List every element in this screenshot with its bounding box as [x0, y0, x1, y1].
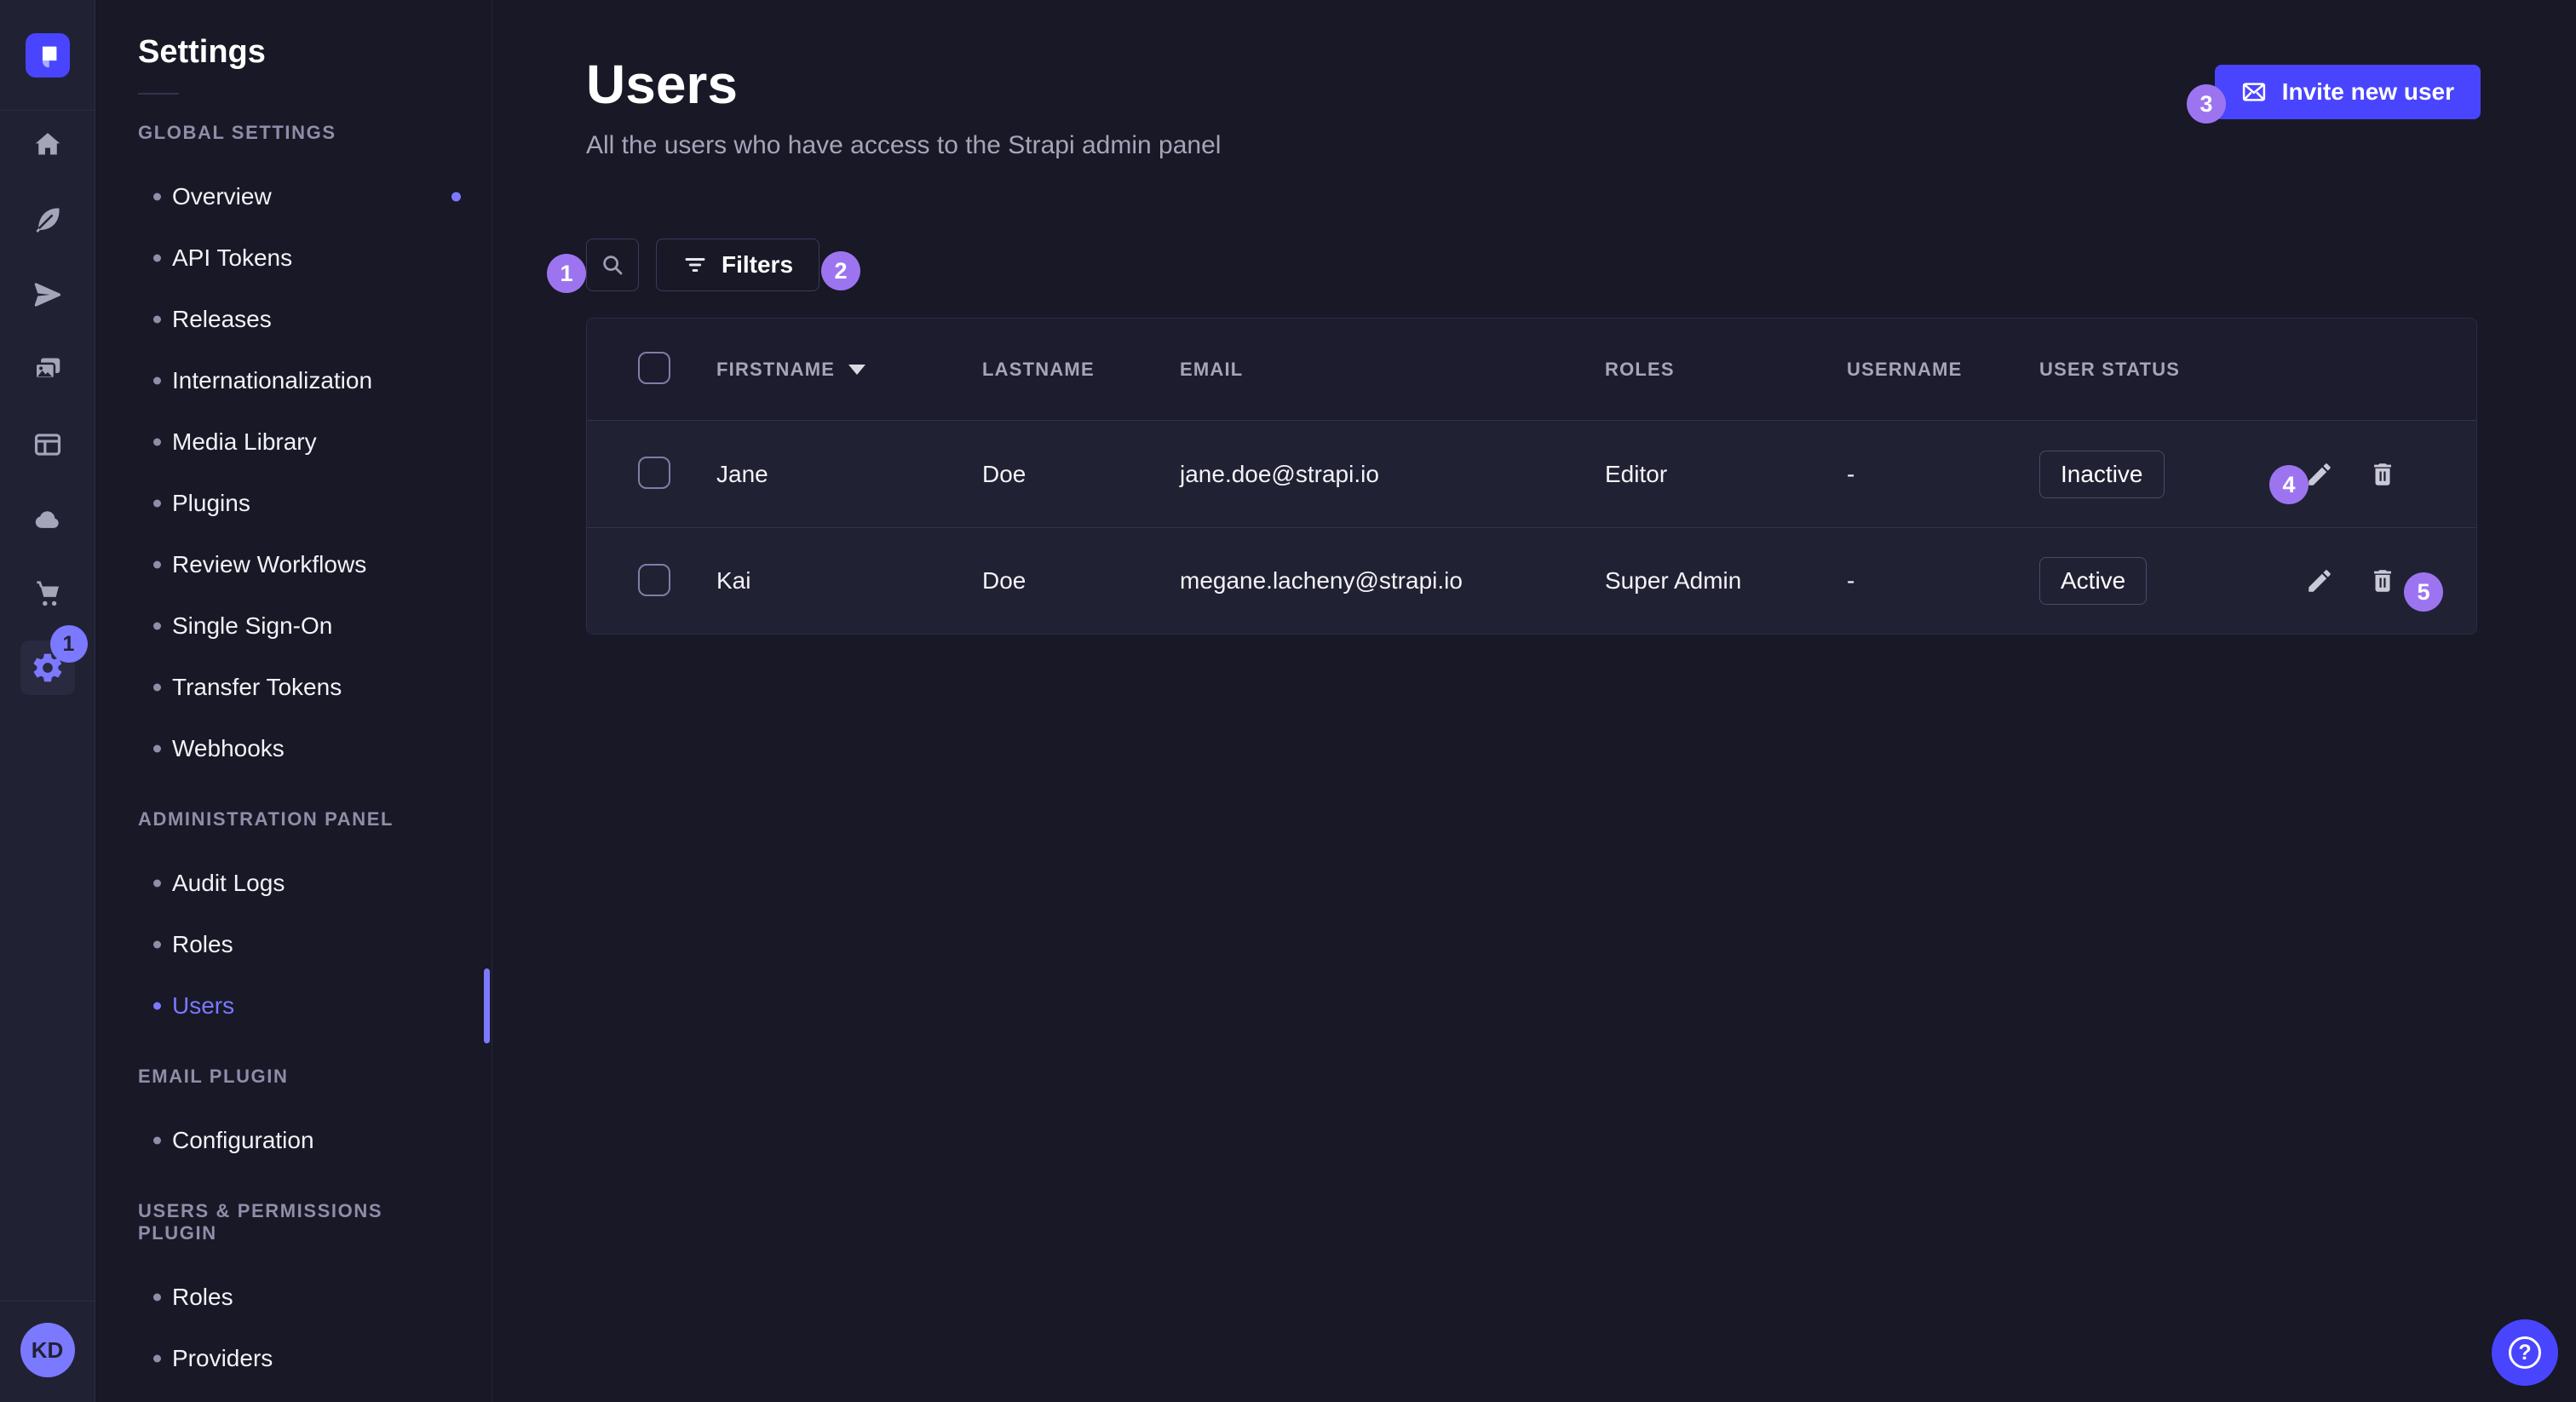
main-nav-items	[31, 111, 65, 612]
cell-username: -	[1847, 461, 2039, 488]
section-email-plugin: EMAIL PLUGIN	[95, 1066, 492, 1088]
pencil-icon	[2305, 460, 2334, 489]
cell-email: jane.doe@strapi.io	[1180, 461, 1605, 488]
cell-firstname: Kai	[716, 567, 982, 595]
main-content: Users All the users who have access to t…	[492, 0, 2576, 1402]
column-header-firstname[interactable]: FIRSTNAME	[716, 359, 982, 381]
column-header-lastname[interactable]: LASTNAME	[982, 359, 1180, 381]
sidebar-item-media-library[interactable]: Media Library	[95, 411, 492, 473]
help-button[interactable]: ?	[2492, 1319, 2558, 1386]
row-checkbox[interactable]	[638, 564, 670, 596]
page-title: Users	[586, 55, 1221, 114]
subnav-title: Settings	[95, 34, 492, 71]
row-checkbox[interactable]	[638, 457, 670, 489]
sidebar-item-api-tokens[interactable]: API Tokens	[95, 227, 492, 289]
filters-button[interactable]: Filters	[656, 238, 819, 291]
envelope-icon	[2241, 79, 2267, 105]
strapi-admin-page: 1 KD Settings GLOBAL SETTINGS Overview A…	[0, 0, 2576, 1402]
delete-user-button[interactable]	[2367, 459, 2398, 490]
sidebar-item-users[interactable]: Users	[95, 975, 492, 1037]
settings-subnav: Settings GLOBAL SETTINGS Overview API To…	[95, 0, 492, 1402]
sidebar-item-configuration[interactable]: Configuration	[95, 1110, 492, 1171]
column-header-email[interactable]: EMAIL	[1180, 359, 1605, 381]
subnav-divider	[138, 93, 179, 95]
cell-roles: Super Admin	[1605, 567, 1847, 595]
logo-section	[0, 0, 95, 111]
column-header-roles[interactable]: ROLES	[1605, 359, 1847, 381]
settings-nav-button[interactable]: 1	[20, 641, 75, 695]
section-users-permissions-plugin: USERS & PERMISSIONS PLUGIN	[95, 1200, 492, 1244]
question-mark-icon: ?	[2509, 1336, 2541, 1369]
annotation-badge-3: 3	[2187, 84, 2226, 124]
edit-user-button[interactable]	[2304, 459, 2335, 490]
table-row: Jane Doe jane.doe@strapi.io Editor - Ina…	[587, 421, 2476, 527]
user-avatar[interactable]: KD	[20, 1323, 75, 1377]
table-row: Kai Doe megane.lacheny@strapi.io Super A…	[587, 527, 2476, 634]
delete-user-button[interactable]	[2367, 566, 2398, 596]
sidebar-item-plugins[interactable]: Plugins	[95, 473, 492, 534]
sidebar-item-review-workflows[interactable]: Review Workflows	[95, 534, 492, 595]
home-icon[interactable]	[31, 128, 65, 162]
annotation-badge-5: 5	[2404, 572, 2443, 612]
page-subtitle: All the users who have access to the Str…	[586, 131, 1221, 160]
cloud-icon[interactable]	[31, 503, 65, 537]
annotation-badge-4: 4	[2269, 465, 2309, 504]
trash-icon	[2368, 460, 2397, 489]
section-administration-panel: ADMINISTRATION PANEL	[95, 808, 492, 830]
cell-username: -	[1847, 567, 2039, 595]
search-button[interactable]	[586, 238, 639, 291]
layout-icon[interactable]	[31, 428, 65, 462]
sidebar-item-single-sign-on[interactable]: Single Sign-On	[95, 595, 492, 657]
sidebar-item-internationalization[interactable]: Internationalization	[95, 350, 492, 411]
feather-icon[interactable]	[31, 203, 65, 237]
cell-firstname: Jane	[716, 461, 982, 488]
paper-plane-icon[interactable]	[31, 278, 65, 312]
settings-notification-badge: 1	[50, 625, 88, 663]
select-all-checkbox[interactable]	[638, 352, 670, 384]
sidebar-item-audit-logs[interactable]: Audit Logs	[95, 853, 492, 914]
users-table: FIRSTNAME LASTNAME EMAIL ROLES USERNAME …	[586, 318, 2477, 635]
cart-icon[interactable]	[31, 577, 65, 612]
status-badge: Inactive	[2039, 451, 2165, 498]
pencil-icon	[2305, 566, 2334, 595]
sidebar-item-releases[interactable]: Releases	[95, 289, 492, 350]
active-item-indicator	[484, 968, 490, 1043]
invite-new-user-button[interactable]: Invite new user	[2215, 65, 2481, 119]
trash-icon	[2368, 566, 2397, 595]
annotation-badge-2: 2	[821, 251, 860, 290]
annotation-badge-1: 1	[547, 254, 586, 293]
edit-user-button[interactable]	[2304, 566, 2335, 596]
status-badge: Active	[2039, 557, 2147, 605]
overview-notification-dot	[451, 192, 461, 202]
cell-roles: Editor	[1605, 461, 1847, 488]
cell-email: megane.lacheny@strapi.io	[1180, 567, 1605, 595]
column-header-username[interactable]: USERNAME	[1847, 359, 2039, 381]
sidebar-item-overview[interactable]: Overview	[95, 166, 492, 227]
search-icon	[600, 252, 625, 278]
strapi-logo-icon[interactable]	[26, 33, 70, 78]
sidebar-item-up-roles[interactable]: Roles	[95, 1267, 492, 1328]
sidebar-item-webhooks[interactable]: Webhooks	[95, 718, 492, 779]
filter-icon	[682, 252, 708, 278]
rail-bottom-section: KD	[0, 1301, 95, 1402]
sidebar-item-transfer-tokens[interactable]: Transfer Tokens	[95, 657, 492, 718]
section-global-settings: GLOBAL SETTINGS	[95, 122, 492, 144]
toolbar: Filters	[586, 238, 2481, 291]
cell-lastname: Doe	[982, 567, 1180, 595]
table-header-row: FIRSTNAME LASTNAME EMAIL ROLES USERNAME …	[587, 319, 2476, 421]
sidebar-item-providers[interactable]: Providers	[95, 1328, 492, 1389]
sort-descending-icon	[848, 365, 865, 375]
main-nav-rail: 1 KD	[0, 0, 95, 1402]
media-library-icon[interactable]	[31, 353, 65, 387]
column-header-user-status[interactable]: USER STATUS	[2039, 359, 2288, 381]
cell-lastname: Doe	[982, 461, 1180, 488]
sidebar-item-admin-roles[interactable]: Roles	[95, 914, 492, 975]
